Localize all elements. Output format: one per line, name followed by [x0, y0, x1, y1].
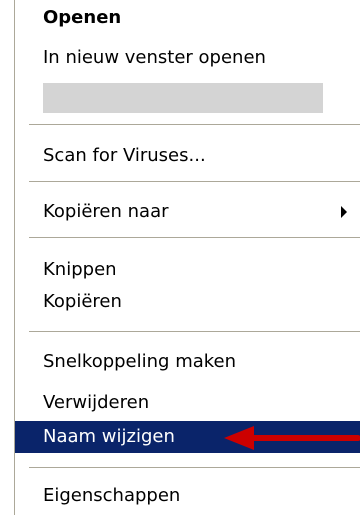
- menu-separator: [29, 467, 360, 469]
- menu-item-label: Naam wijzigen: [43, 426, 175, 447]
- menu-item-scan-for-viruses[interactable]: Scan for Viruses...: [15, 140, 360, 172]
- menu-item-snelkoppeling-maken[interactable]: Snelkoppeling maken: [15, 346, 360, 378]
- menu-item-label: Kopiëren naar: [43, 201, 169, 222]
- menu-item-kopieren-naar[interactable]: Kopiëren naar: [15, 196, 360, 228]
- menu-item-label: Knippen: [43, 259, 117, 280]
- menu-item-label: Verwijderen: [43, 392, 150, 413]
- menu-item-eigenschappen[interactable]: Eigenschappen: [15, 480, 360, 512]
- blank-menu-item: [43, 83, 323, 113]
- menu-item-label: Kopiëren: [43, 291, 122, 312]
- menu-item-label: In nieuw venster openen: [43, 47, 266, 68]
- menu-separator: [29, 181, 360, 183]
- menu-item-label: Eigenschappen: [43, 485, 181, 506]
- menu-item-verwijderen[interactable]: Verwijderen: [15, 387, 360, 419]
- menu-separator: [29, 124, 360, 126]
- menu-separator: [29, 237, 360, 239]
- menu-separator: [29, 331, 360, 333]
- menu-item-knippen[interactable]: Knippen: [15, 254, 360, 286]
- menu-item-in-nieuw-venster-openen[interactable]: In nieuw venster openen: [15, 42, 360, 74]
- menu-item-label: Openen: [43, 7, 122, 28]
- red-arrow-icon: [224, 426, 360, 450]
- menu-item-label: Snelkoppeling maken: [43, 351, 237, 372]
- menu-item-kopieren[interactable]: Kopiëren: [15, 286, 360, 318]
- submenu-arrow-icon: [341, 206, 347, 218]
- screen: Openen In nieuw venster openen Scan for …: [0, 0, 360, 515]
- menu-item-openen[interactable]: Openen: [15, 2, 360, 34]
- menu-item-label: Scan for Viruses...: [43, 145, 206, 166]
